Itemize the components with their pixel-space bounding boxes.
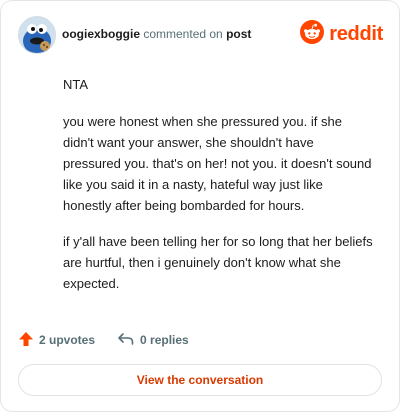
comment-embed-card: oogiexboggie commented on post reddit NT… — [0, 0, 400, 412]
comment-paragraph: you were honest when she pressured you. … — [63, 114, 372, 213]
reddit-snoo-icon — [300, 19, 325, 49]
reddit-wordmark: reddit — [329, 22, 383, 45]
post-link[interactable]: post — [226, 27, 251, 41]
comment-body: NTA you were honest when she pressured y… — [63, 74, 373, 309]
replies-count: 0 replies — [140, 333, 189, 347]
view-conversation-button[interactable]: View the conversation — [18, 364, 382, 396]
comment-stats: 2 upvotes 0 replies — [18, 330, 189, 350]
upvotes-stat[interactable]: 2 upvotes — [18, 331, 95, 350]
reddit-brand-link[interactable]: reddit — [300, 19, 383, 49]
comment-paragraph: NTA — [63, 77, 89, 92]
username-link[interactable]: oogiexboggie — [62, 27, 140, 41]
cookie-monster-avatar-icon[interactable] — [18, 16, 56, 54]
replies-stat[interactable]: 0 replies — [117, 331, 189, 350]
reply-arrow-icon — [117, 331, 140, 350]
comment-header: oogiexboggie commented on post reddit — [18, 16, 383, 54]
upvote-arrow-icon — [18, 331, 39, 350]
comment-meta: oogiexboggie commented on post — [62, 27, 251, 41]
upvotes-count: 2 upvotes — [39, 333, 96, 347]
comment-paragraph: if y'all have been telling her for so lo… — [63, 234, 373, 291]
action-text: commented on — [143, 27, 223, 41]
